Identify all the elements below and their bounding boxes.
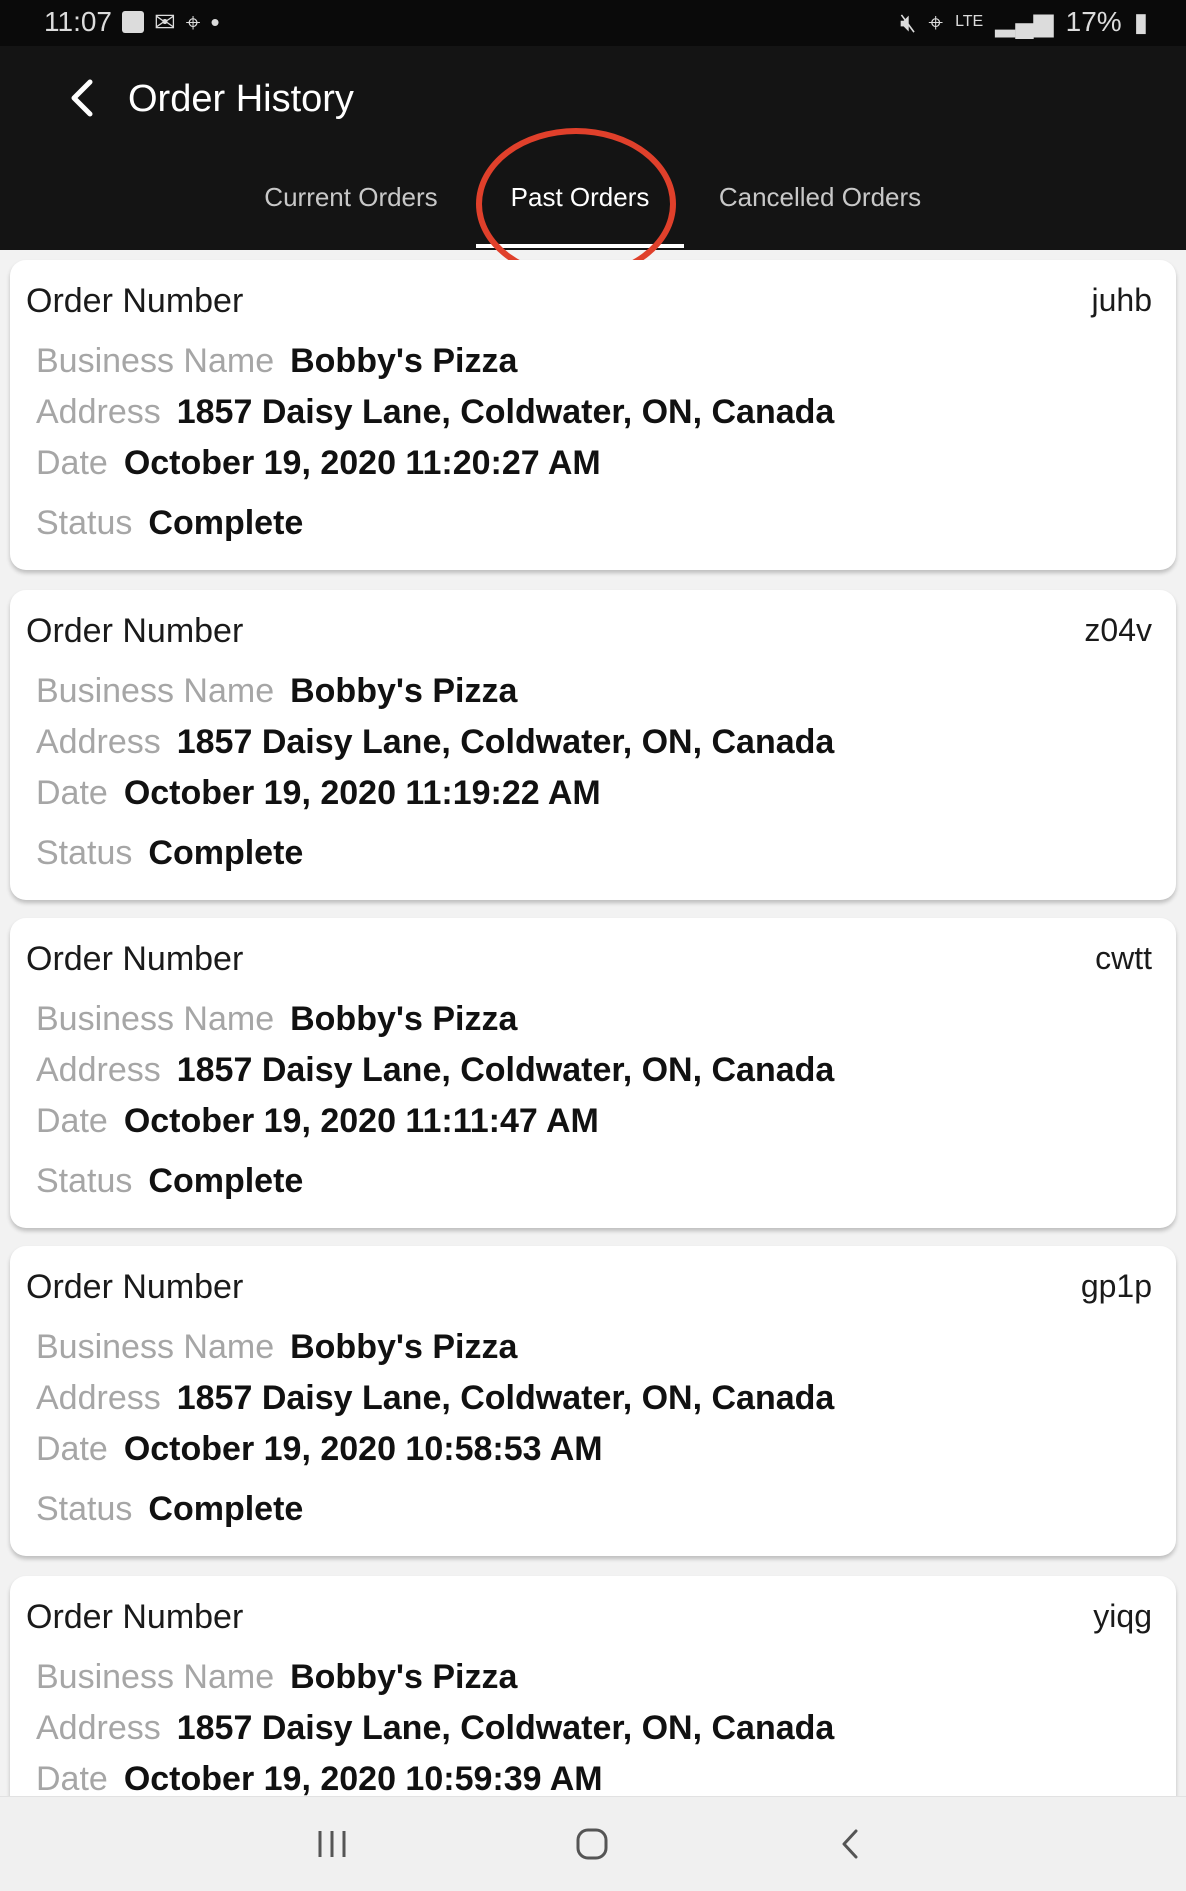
system-nav-bar — [0, 1796, 1186, 1891]
dot-icon: • — [210, 7, 220, 37]
business-value: Bobby's Pizza — [290, 1658, 518, 1696]
gallery-icon — [122, 11, 144, 33]
business-value: Bobby's Pizza — [290, 1328, 518, 1366]
back-icon — [842, 1829, 858, 1859]
address-row: Address 1857 Daisy Lane, Coldwater, ON, C… — [36, 723, 834, 762]
address-label: Address — [36, 1051, 161, 1089]
status-row: Status Complete — [36, 1162, 303, 1201]
lte-icon: LTE — [955, 13, 984, 30]
mute-icon: 🔇︎ — [900, 7, 917, 37]
order-card[interactable]: Order Number gp1p Business Name Bobby's P… — [10, 1246, 1176, 1556]
date-row: Date October 19, 2020 11:20:27 AM — [36, 444, 601, 483]
status-label: Status — [36, 834, 133, 872]
status-time: 11:07 — [44, 6, 112, 37]
address-value: 1857 Daisy Lane, Coldwater, ON, Canada — [176, 1709, 835, 1747]
order-number-value: gp1p — [1080, 1268, 1152, 1304]
address-row: Address 1857 Daisy Lane, Coldwater, ON, C… — [36, 1051, 834, 1090]
order-number-label: Order Number — [26, 940, 244, 978]
business-row: Business Name Bobby's Pizza — [36, 672, 517, 711]
date-label: Date — [36, 1102, 108, 1140]
status-bar: 11:07 ✉ ⌖ • 🔇︎ ⌖ LTE ▂▄▆ 17% ▮ — [0, 0, 1186, 46]
status-value: Complete — [148, 504, 304, 542]
business-row: Business Name Bobby's Pizza — [36, 1328, 517, 1367]
order-card[interactable]: Order Number z04v Business Name Bobby's P… — [10, 590, 1176, 900]
status-row: Status Complete — [36, 1490, 303, 1529]
home-icon — [576, 1828, 608, 1860]
address-label: Address — [36, 1379, 161, 1417]
date-row: Date October 19, 2020 11:19:22 AM — [36, 774, 601, 813]
status-row: Status Complete — [36, 834, 303, 873]
date-label: Date — [36, 444, 108, 482]
status-value: Complete — [148, 1490, 304, 1528]
order-card[interactable]: Order Number cwtt Business Name Bobby's P… — [10, 918, 1176, 1228]
business-row: Business Name Bobby's Pizza — [36, 1000, 517, 1039]
business-value: Bobby's Pizza — [290, 1000, 518, 1038]
business-value: Bobby's Pizza — [290, 342, 518, 380]
address-row: Address 1857 Daisy Lane, Coldwater, ON, C… — [36, 1379, 834, 1418]
address-value: 1857 Daisy Lane, Coldwater, ON, Canada — [176, 1379, 835, 1417]
location-icon: ⌖ — [928, 7, 944, 37]
page-title: Order History — [128, 78, 354, 120]
date-label: Date — [36, 1760, 108, 1796]
order-number-label: Order Number — [26, 282, 244, 320]
business-row: Business Name Bobby's Pizza — [36, 342, 517, 381]
mail-icon: ✉ — [154, 7, 176, 37]
status-value: Complete — [148, 834, 304, 872]
recents-button[interactable] — [302, 1819, 362, 1869]
date-value: October 19, 2020 11:19:22 AM — [123, 774, 601, 812]
order-number-value: yiqg — [1093, 1598, 1152, 1634]
address-value: 1857 Daisy Lane, Coldwater, ON, Canada — [176, 723, 835, 761]
date-value: October 19, 2020 10:59:39 AM — [123, 1760, 603, 1796]
date-label: Date — [36, 1430, 108, 1468]
business-label: Business Name — [36, 672, 275, 710]
order-number-label: Order Number — [26, 612, 244, 650]
status-row: Status Complete — [36, 504, 303, 543]
back-button[interactable] — [60, 74, 108, 122]
nav-back-button[interactable] — [820, 1819, 880, 1869]
home-button[interactable] — [562, 1819, 622, 1869]
date-value: October 19, 2020 11:20:27 AM — [123, 444, 601, 482]
order-number-value: juhb — [1091, 282, 1153, 318]
tab-current-orders[interactable]: Current Orders — [246, 182, 456, 238]
address-label: Address — [36, 1709, 161, 1747]
status-value: Complete — [148, 1162, 304, 1200]
order-number-label: Order Number — [26, 1268, 244, 1306]
order-number-value: cwtt — [1095, 940, 1152, 976]
address-label: Address — [36, 723, 161, 761]
order-card[interactable]: Order Number juhb Business Name Bobby's P… — [10, 260, 1176, 570]
status-label: Status — [36, 1162, 133, 1200]
address-label: Address — [36, 393, 161, 431]
order-list[interactable]: Order Number juhb Business Name Bobby's P… — [0, 250, 1186, 1796]
battery-percent: 17% — [1065, 6, 1122, 37]
address-value: 1857 Daisy Lane, Coldwater, ON, Canada — [176, 1051, 835, 1089]
date-row: Date October 19, 2020 11:11:47 AM — [36, 1102, 599, 1141]
order-card[interactable]: Order Number yiqg Business Name Bobby's P… — [10, 1576, 1176, 1796]
business-label: Business Name — [36, 1658, 275, 1696]
address-row: Address 1857 Daisy Lane, Coldwater, ON, C… — [36, 393, 834, 432]
date-label: Date — [36, 774, 108, 812]
business-value: Bobby's Pizza — [290, 672, 518, 710]
order-number-label: Order Number — [26, 1598, 244, 1636]
status-label: Status — [36, 1490, 133, 1528]
order-number-value: z04v — [1084, 612, 1152, 648]
recents-icon — [318, 1831, 346, 1857]
chevron-left-icon — [71, 79, 93, 117]
date-row: Date October 19, 2020 10:58:53 AM — [36, 1430, 603, 1469]
date-row: Date October 19, 2020 10:59:39 AM — [36, 1760, 603, 1796]
tab-cancelled-orders[interactable]: Cancelled Orders — [704, 182, 936, 238]
business-label: Business Name — [36, 1328, 275, 1366]
business-label: Business Name — [36, 342, 275, 380]
battery-icon: ▮ — [1133, 7, 1148, 37]
date-value: October 19, 2020 11:11:47 AM — [123, 1102, 599, 1140]
business-row: Business Name Bobby's Pizza — [36, 1658, 517, 1697]
address-row: Address 1857 Daisy Lane, Coldwater, ON, C… — [36, 1709, 834, 1748]
location-icon: ⌖ — [185, 7, 201, 37]
address-value: 1857 Daisy Lane, Coldwater, ON, Canada — [176, 393, 835, 431]
date-value: October 19, 2020 10:58:53 AM — [123, 1430, 603, 1468]
signal-icon: ▂▄▆ — [995, 7, 1054, 37]
business-label: Business Name — [36, 1000, 275, 1038]
status-label: Status — [36, 504, 133, 542]
